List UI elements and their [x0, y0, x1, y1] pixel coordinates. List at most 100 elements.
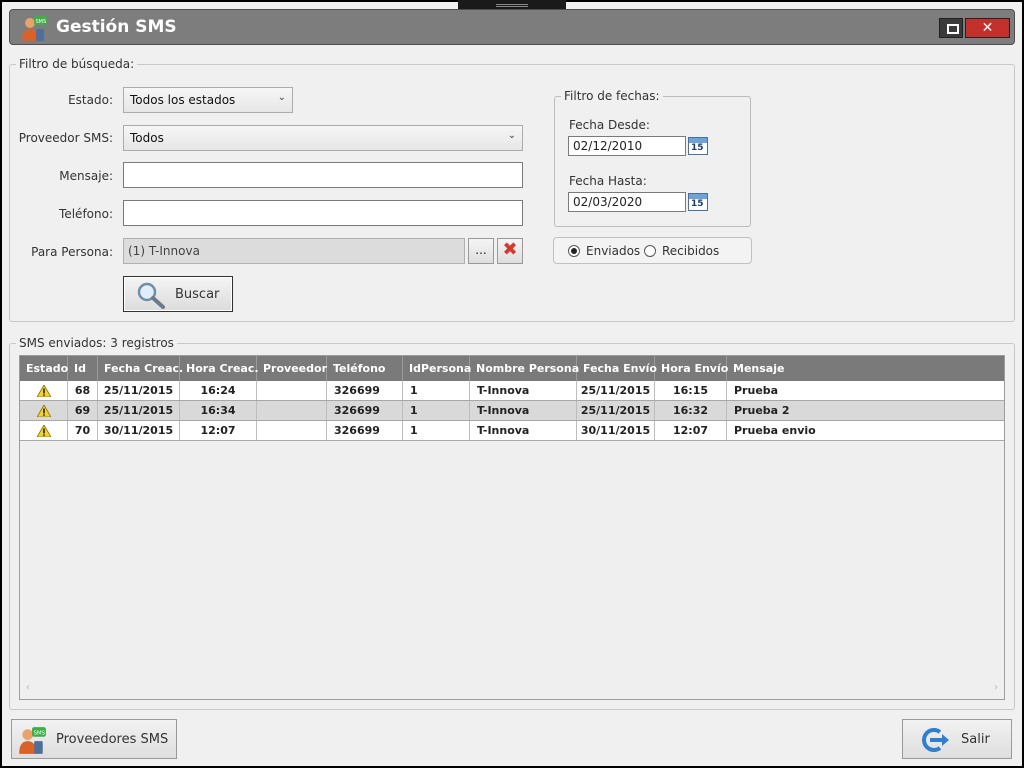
scroll-left-arrow[interactable]: ‹ [26, 682, 30, 693]
cell-mensaje: Prueba envio [734, 424, 816, 437]
sms-table: Estado Id Fecha Creac. Hora Creac. Prove… [19, 355, 1005, 700]
enviados-label[interactable]: Enviados [586, 244, 640, 258]
column-header[interactable]: Mensaje [727, 356, 1004, 381]
cell-hora-envio: 12:07 [655, 421, 727, 440]
cell-id-persona: 1 [403, 381, 470, 400]
telefono-input[interactable] [123, 200, 523, 226]
column-header[interactable]: IdPersona [403, 356, 471, 381]
mensaje-input[interactable] [123, 162, 523, 188]
cell-fecha-envio: 25/11/2015 [577, 381, 655, 400]
persona-clear-button[interactable]: ✖ [497, 238, 523, 264]
estado-select[interactable]: Todos los estados ⌄ [123, 87, 293, 113]
exit-icon [922, 728, 949, 752]
persona-label: Para Persona: [31, 245, 113, 259]
title-bar: SMS Gestión SMS ✕ [9, 9, 1015, 45]
magnifier-icon [137, 282, 165, 309]
recibidos-radio[interactable] [644, 245, 656, 257]
maximize-button[interactable] [939, 18, 963, 38]
results-legend: SMS enviados: 3 registros [16, 336, 177, 350]
svg-text:SMS: SMS [36, 19, 47, 25]
column-header[interactable]: Fecha Envío [577, 356, 657, 381]
chevron-down-icon: ⌄ [277, 92, 286, 103]
salir-button[interactable]: Salir [902, 719, 1012, 759]
cell-telefono: 326699 [327, 401, 403, 420]
fecha-hasta-input[interactable]: 02/03/2020 [568, 192, 686, 212]
cell-fecha-creac: 25/11/2015 [98, 381, 180, 400]
column-header[interactable]: Proveedor [257, 356, 327, 381]
main-window: SMS Gestión SMS ✕ Filtro de búsqueda: Es… [2, 2, 1022, 766]
proveedores-sms-button[interactable]: SMS Proveedores SMS [11, 719, 177, 759]
enviados-radio[interactable] [568, 245, 580, 257]
column-header[interactable]: Hora Creac. [180, 356, 259, 381]
table-row[interactable]: 69 25/11/2015 16:34 326699 1 T-Innova 25/11/20… [20, 401, 1004, 421]
calendar-icon[interactable]: 15 [688, 193, 708, 211]
mensaje-label: Mensaje: [59, 169, 113, 183]
cell-hora-creac: 12:07 [180, 421, 257, 440]
warning-icon [37, 425, 51, 437]
column-header[interactable]: Id [68, 356, 98, 381]
cell-nombre-persona: T-Innova [470, 421, 577, 440]
table-row[interactable]: 68 25/11/2015 16:24 326699 1 T-Innova 25/11/20… [20, 381, 1004, 401]
recibidos-label[interactable]: Recibidos [662, 244, 719, 258]
cell-hora-envio: 16:32 [655, 401, 727, 420]
table-row[interactable]: 70 30/11/2015 12:07 326699 1 T-Innova 30/11/20… [20, 421, 1004, 441]
cell-hora-creac: 16:34 [180, 401, 257, 420]
cell-estado [20, 401, 68, 420]
column-header[interactable]: Estado [20, 356, 68, 381]
close-button[interactable]: ✕ [965, 18, 1010, 38]
telefono-label: Teléfono: [59, 207, 113, 221]
column-header[interactable]: Nombre Persona [470, 356, 579, 381]
cell-fecha-envio: 25/11/2015 [577, 401, 655, 420]
cell-mensaje: Prueba [734, 384, 779, 397]
fecha-desde-input[interactable]: 02/12/2010 [568, 136, 686, 156]
cell-proveedor [257, 421, 327, 440]
proveedor-select[interactable]: Todos ⌄ [123, 125, 523, 151]
sms-users-icon: SMS [22, 16, 47, 41]
svg-text:SMS: SMS [34, 731, 46, 737]
cell-telefono: 326699 [327, 421, 403, 440]
scroll-right-arrow[interactable]: › [994, 682, 998, 693]
cell-mensaje: Prueba 2 [734, 404, 790, 417]
proveedor-value: Todos [130, 131, 164, 145]
sms-users-icon: SMS [19, 727, 46, 754]
window-resize-grip[interactable] [458, 0, 566, 9]
warning-icon [37, 385, 51, 397]
date-filter-legend: Filtro de fechas: [561, 89, 663, 103]
proveedores-sms-label: Proveedores SMS [56, 732, 169, 747]
cell-telefono: 326699 [327, 381, 403, 400]
column-header[interactable]: Teléfono [327, 356, 403, 381]
delete-icon: ✖ [502, 239, 518, 260]
cell-hora-envio: 16:15 [655, 381, 727, 400]
cell-hora-creac: 16:24 [180, 381, 257, 400]
cell-id: 68 [68, 381, 98, 400]
salir-label: Salir [961, 732, 990, 747]
persona-browse-button[interactable]: ... [468, 238, 494, 264]
buscar-label: Buscar [175, 287, 220, 302]
warning-icon [37, 405, 51, 417]
fecha-desde-label: Fecha Desde: [569, 118, 650, 132]
cell-nombre-persona: T-Innova [470, 381, 577, 400]
calendar-icon[interactable]: 15 [688, 137, 708, 155]
persona-input: (1) T-Innova [123, 238, 465, 264]
chevron-down-icon: ⌄ [507, 130, 516, 141]
fecha-hasta-label: Fecha Hasta: [569, 174, 647, 188]
proveedor-label: Proveedor SMS: [18, 131, 113, 145]
cell-fecha-creac: 25/11/2015 [98, 401, 180, 420]
cell-estado [20, 381, 68, 400]
window-title: Gestión SMS [56, 17, 177, 37]
cell-id: 69 [68, 401, 98, 420]
estado-value: Todos los estados [130, 93, 236, 107]
direction-radio-group: Enviados Recibidos [553, 237, 752, 264]
estado-label: Estado: [68, 93, 113, 107]
cell-nombre-persona: T-Innova [470, 401, 577, 420]
cell-id-persona: 1 [403, 421, 470, 440]
buscar-button[interactable]: Buscar [123, 276, 233, 312]
cell-fecha-envio: 30/11/2015 [577, 421, 655, 440]
column-header[interactable]: Fecha Creac. [98, 356, 183, 381]
cell-proveedor [257, 401, 327, 420]
table-header: Estado Id Fecha Creac. Hora Creac. Prove… [20, 356, 1004, 381]
column-header[interactable]: Hora Envío [655, 356, 728, 381]
cell-estado [20, 421, 68, 440]
search-filter-legend: Filtro de búsqueda: [16, 57, 138, 71]
cell-id-persona: 1 [403, 401, 470, 420]
